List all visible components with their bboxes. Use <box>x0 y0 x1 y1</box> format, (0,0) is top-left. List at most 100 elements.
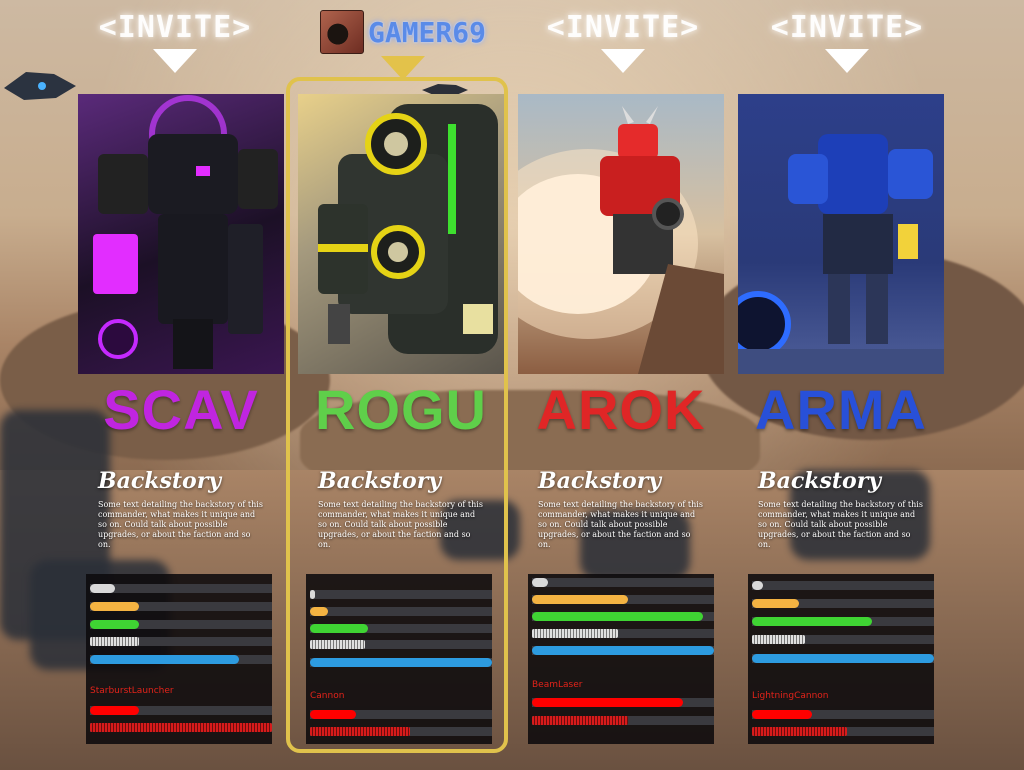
weapon-stat-bar-fill <box>310 710 356 719</box>
commander-portrait[interactable] <box>298 94 504 374</box>
green-yellow-mech-icon <box>318 104 498 354</box>
stat-bar-fill <box>752 635 805 644</box>
stat-bar-fill <box>752 599 800 608</box>
backstory-title: Backstory <box>758 468 882 494</box>
commander-name: ROGU <box>315 378 487 441</box>
stat-bar <box>532 646 714 655</box>
weapon-stat-bar-fill <box>752 710 813 719</box>
stat-bar <box>532 595 714 604</box>
stat-bar <box>90 602 272 611</box>
stat-bar <box>310 658 492 667</box>
stat-bar-fill <box>90 620 140 629</box>
player-slot-2: GAMER69 <box>288 10 518 80</box>
stats-panel: Cannon <box>306 574 492 744</box>
invite-button[interactable]: <INVITE> <box>60 10 290 45</box>
backstory-title: Backstory <box>98 468 222 494</box>
stat-bar <box>532 629 714 638</box>
stat-bar-fill <box>532 578 549 587</box>
stat-bar <box>90 620 272 629</box>
stats-panel: BeamLaser <box>528 574 714 744</box>
commander-name: AROK <box>536 378 706 441</box>
stat-bar <box>310 607 492 616</box>
weapon-name: StarburstLauncher <box>90 686 174 696</box>
stat-bar <box>90 584 272 593</box>
commander-name: SCAV <box>103 378 259 441</box>
stats-panel: LightningCannon <box>748 574 934 744</box>
weapon-stat-bar-fill <box>310 727 411 736</box>
blue-mech-icon <box>738 134 944 374</box>
stat-bar-fill <box>90 637 140 646</box>
stat-bar <box>532 578 714 587</box>
stat-bar-fill <box>532 646 714 655</box>
stat-bar-fill <box>532 629 618 638</box>
backstory-title: Backstory <box>318 468 442 494</box>
backstory-text: Some text detailing the backstory of thi… <box>98 500 263 549</box>
stat-bar-fill <box>310 658 492 667</box>
commander-card-arok[interactable]: AROK Backstory Some text detailing the b… <box>518 94 724 744</box>
stat-bar-fill <box>532 595 629 604</box>
backstory-text: Some text detailing the backstory of thi… <box>538 500 703 549</box>
commander-card-arma[interactable]: ARMA Backstory Some text detailing the b… <box>738 94 944 744</box>
weapon-stat-bar-fill <box>90 706 140 715</box>
stat-bar <box>752 617 934 626</box>
stat-bar <box>90 637 272 646</box>
stat-bar-fill <box>90 655 240 664</box>
stat-bar-fill <box>752 654 934 663</box>
commander-name: ARMA <box>755 378 927 441</box>
red-horned-mech-icon <box>518 106 724 374</box>
weapon-stat-bar <box>752 727 934 736</box>
chevron-down-icon <box>153 49 197 73</box>
stat-bar-fill <box>752 617 873 626</box>
invite-button[interactable]: <INVITE> <box>732 10 962 45</box>
stat-bar-fill <box>310 640 365 649</box>
weapon-stat-bar-fill <box>532 698 684 707</box>
stat-bar-fill <box>310 624 369 633</box>
stat-bar-fill <box>90 584 116 593</box>
commander-card-scav[interactable]: SCAV Backstory Some text detailing the b… <box>78 94 284 744</box>
stats-panel: StarburstLauncher <box>86 574 272 744</box>
stat-bar-fill <box>532 612 704 621</box>
weapon-name: Cannon <box>310 691 345 701</box>
stat-bar <box>532 612 714 621</box>
chevron-down-icon <box>825 49 869 73</box>
weapon-stat-bar <box>90 723 272 732</box>
invite-slot-1[interactable]: <INVITE> <box>60 10 290 73</box>
weapon-name: LightningCannon <box>752 691 829 701</box>
player-avatar <box>319 10 364 54</box>
backstory-text: Some text detailing the backstory of thi… <box>758 500 923 549</box>
stat-bar <box>310 624 492 633</box>
weapon-stat-bar <box>90 706 272 715</box>
commander-card-rogu[interactable]: ROGU Backstory Some text detailing the b… <box>298 94 504 744</box>
stat-bar <box>752 654 934 663</box>
weapon-stat-bar <box>310 710 492 719</box>
weapon-stat-bar <box>310 727 492 736</box>
weapon-stat-bar-fill <box>532 716 629 725</box>
invite-button[interactable]: <INVITE> <box>508 10 738 45</box>
invite-slot-4[interactable]: <INVITE> <box>732 10 962 73</box>
stat-bar <box>752 599 934 608</box>
stat-bar <box>90 655 272 664</box>
player-name: GAMER69 <box>367 15 486 49</box>
stat-bar-fill <box>310 590 316 599</box>
stat-bar <box>752 581 934 590</box>
weapon-name: BeamLaser <box>532 680 583 690</box>
weapon-stat-bar-fill <box>752 727 847 736</box>
weapon-stat-bar <box>532 716 714 725</box>
commander-portrait[interactable] <box>78 94 284 374</box>
purple-mech-icon <box>93 95 278 369</box>
stat-bar <box>752 635 934 644</box>
weapon-stat-bar-fill <box>90 723 272 732</box>
stat-bar-fill <box>90 602 140 611</box>
stat-bar-fill <box>752 581 763 590</box>
commander-portrait[interactable] <box>518 94 724 374</box>
weapon-stat-bar <box>752 710 934 719</box>
invite-slot-3[interactable]: <INVITE> <box>508 10 738 73</box>
stat-bar-fill <box>310 607 329 616</box>
weapon-stat-bar <box>532 698 714 707</box>
stat-bar <box>310 640 492 649</box>
stat-bar <box>310 590 492 599</box>
backstory-title: Backstory <box>538 468 662 494</box>
commander-portrait[interactable] <box>738 94 944 374</box>
backstory-text: Some text detailing the backstory of thi… <box>318 500 483 549</box>
chevron-down-icon <box>601 49 645 73</box>
